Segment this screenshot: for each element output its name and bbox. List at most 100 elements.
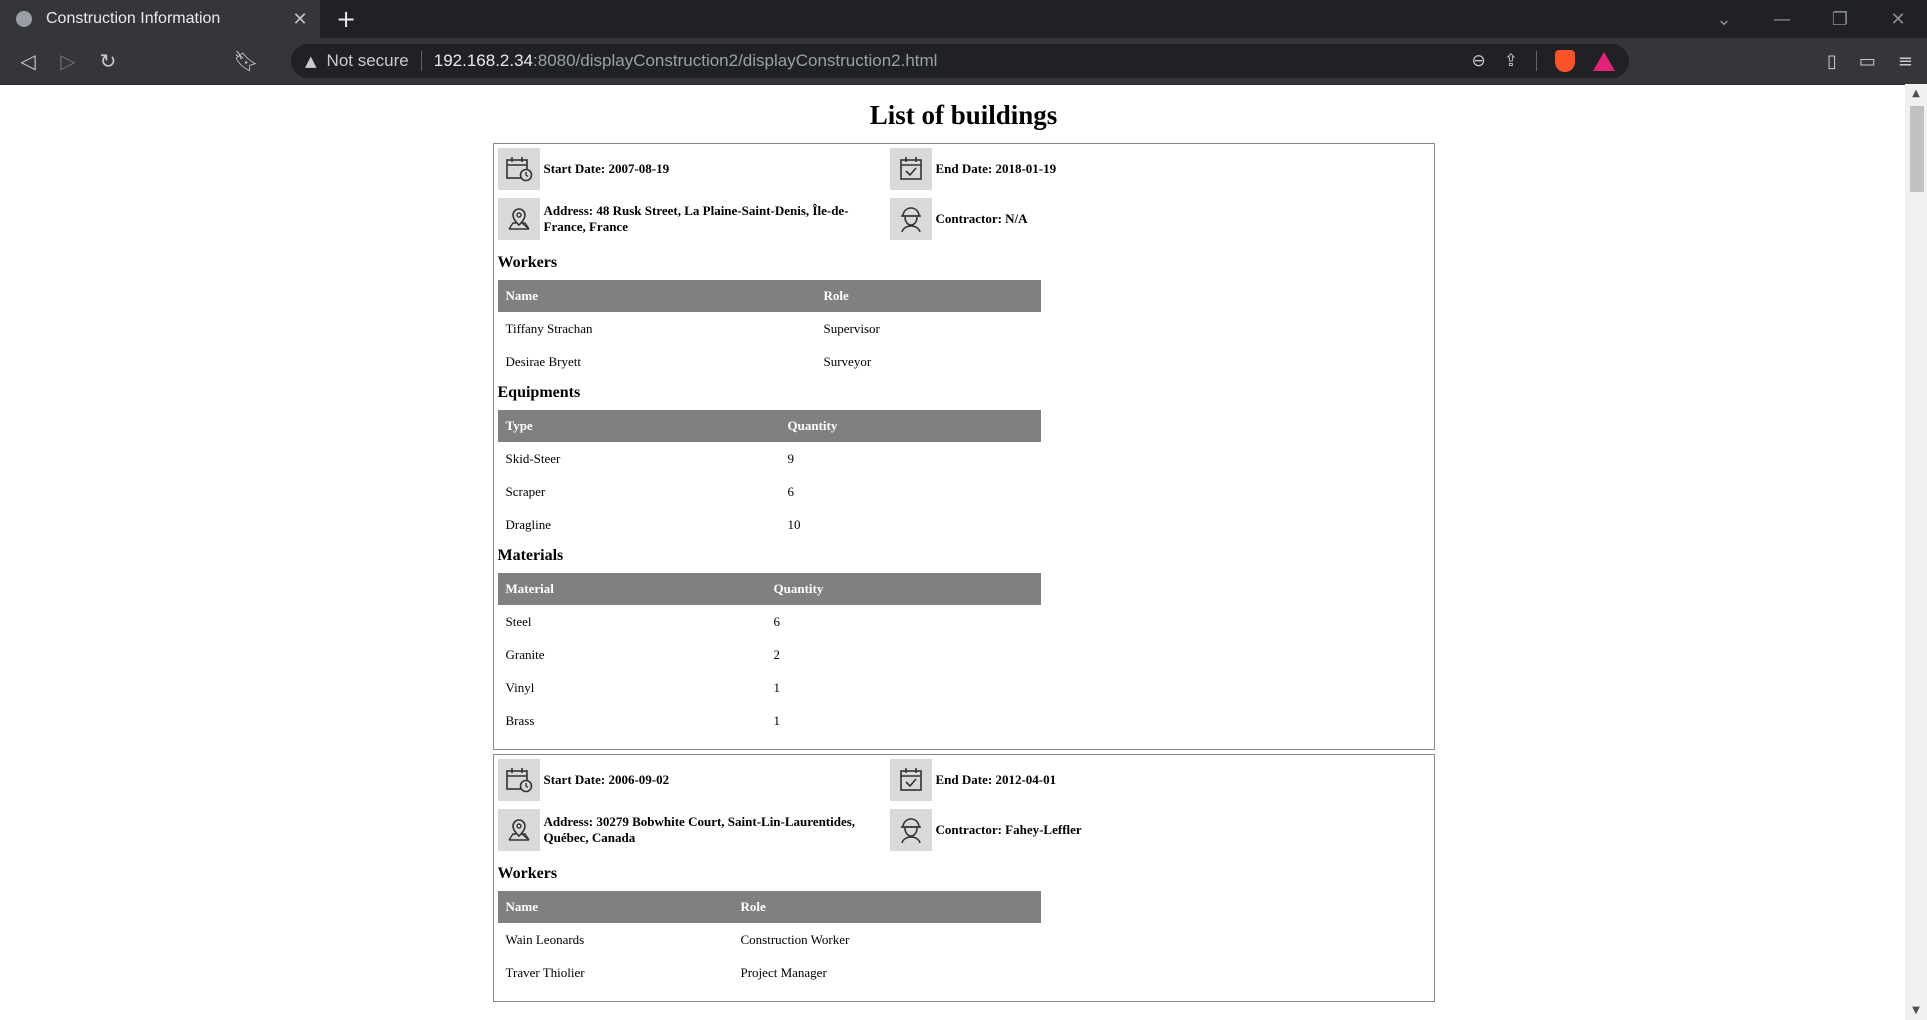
equipment-type: Skid-Steer — [505, 450, 561, 466]
menu-icon[interactable]: ≡ — [1898, 51, 1913, 72]
building-card: Start Date: 2006-09-02 End Date: 2012-04… — [492, 754, 1435, 1002]
forward-icon[interactable]: ▷ — [48, 49, 88, 73]
page-content: List of buildings Start Date: 2007-08-19… — [0, 84, 1927, 1020]
start-date: Start Date: 2006-09-02 — [497, 759, 890, 801]
column-header: Role — [815, 280, 1041, 312]
table-header-row: Name Role — [497, 280, 1041, 312]
start-date: Start Date: 2007-08-19 — [497, 148, 890, 190]
worker-name: Desirae Bryett — [505, 353, 581, 369]
end-date-text: End Date: 2018-01-19 — [935, 161, 1057, 176]
building-card: Start Date: 2007-08-19 End Date: 2018-01… — [492, 143, 1435, 750]
worker-role: Supervisor — [823, 320, 880, 336]
map-pin-icon — [497, 198, 540, 240]
minimize-icon[interactable]: — — [1753, 9, 1811, 30]
calendar-clock-icon — [497, 148, 540, 190]
worker-role: Project Manager — [740, 964, 827, 980]
end-date-text: End Date: 2012-04-01 — [935, 772, 1057, 787]
table-row: Dragline 10 — [498, 508, 1041, 541]
browser-tab[interactable]: Construction Information ✕ — [0, 0, 320, 38]
table-row: Brass 1 — [498, 704, 1041, 737]
equipments-heading: Equipments — [497, 384, 581, 401]
address-bar[interactable]: ▲ Not secure 192.168.2.34:8080/displayCo… — [291, 44, 1629, 78]
worker-name: Tiffany Strachan — [505, 320, 593, 336]
brave-shields-icon[interactable] — [1555, 50, 1575, 72]
column-header: Type — [497, 410, 780, 442]
column-header: Quantity — [779, 410, 1041, 442]
column-header: Quantity — [765, 573, 1041, 605]
equipment-quantity: 10 — [787, 516, 801, 532]
material-quantity: 6 — [773, 613, 781, 629]
table-header-row: Name Role — [497, 891, 1041, 923]
material-name: Steel — [505, 613, 532, 629]
globe-icon — [16, 11, 32, 27]
address: Address: 30279 Bobwhite Court, Saint-Lin… — [497, 809, 890, 851]
bookmark-icon[interactable]: 🔖︎ — [226, 49, 266, 73]
table-header-row: Type Quantity — [497, 410, 1041, 442]
tab-search-icon[interactable]: ⌄ — [1695, 9, 1753, 30]
brave-rewards-icon[interactable] — [1593, 51, 1615, 71]
url-path: :8080/displayConstruction2/displayConstr… — [533, 51, 938, 70]
page-title: List of buildings — [869, 100, 1058, 130]
table-row: Steel 6 — [498, 605, 1041, 638]
divider — [420, 51, 422, 71]
material-quantity: 1 — [773, 679, 781, 695]
restore-icon[interactable]: ❐ — [1811, 9, 1869, 30]
worker-helmet-icon — [889, 809, 932, 851]
calendar-clock-icon — [497, 759, 540, 801]
table-row: Traver Thiolier Project Manager — [498, 956, 1041, 989]
contractor: Contractor: N/A — [889, 198, 1282, 240]
workers-heading: Workers — [497, 865, 558, 882]
url-host: 192.168.2.34 — [433, 51, 534, 70]
workers-table: Name Role Tiffany Strachan Supervisor Desi… — [497, 280, 1041, 378]
close-window-icon[interactable]: ✕ — [1869, 9, 1927, 30]
address: Address: 48 Rusk Street, La Plaine-Saint… — [497, 198, 890, 240]
equipments-table: Type Quantity Skid-Steer 9 Scraper 6 Dragli… — [497, 410, 1041, 541]
start-date-text: Start Date: 2006-09-02 — [543, 772, 670, 787]
back-icon[interactable]: ◁ — [8, 49, 48, 73]
window-controls: ⌄ — ❐ ✕ — [1695, 0, 1927, 38]
contractor: Contractor: Fahey-Leffler — [889, 809, 1282, 851]
workers-table: Name Role Wain Leonards Construction Worke… — [497, 891, 1041, 989]
new-tab-icon[interactable]: + — [336, 5, 356, 33]
worker-name: Traver Thiolier — [505, 964, 585, 980]
table-row: Tiffany Strachan Supervisor — [498, 312, 1041, 345]
table-row: Vinyl 1 — [498, 671, 1041, 704]
workers-heading: Workers — [497, 254, 558, 271]
vertical-scrollbar[interactable]: ▲ ▼ — [1905, 84, 1927, 1020]
material-name: Vinyl — [505, 679, 535, 695]
sidebar-icon[interactable]: ▯ — [1827, 51, 1837, 72]
contractor-text: Contractor: N/A — [935, 211, 1028, 226]
building-info: Start Date: 2007-08-19 End Date: 2018-01… — [497, 148, 1430, 248]
column-header: Material — [497, 573, 766, 605]
scroll-up-icon[interactable]: ▲ — [1905, 88, 1927, 99]
scroll-down-icon[interactable]: ▼ — [1905, 1005, 1927, 1016]
share-icon[interactable]: ⇪ — [1504, 51, 1518, 71]
table-row: Wain Leonards Construction Worker — [498, 923, 1041, 956]
table-row: Granite 2 — [498, 638, 1041, 671]
contractor-text: Contractor: Fahey-Leffler — [935, 822, 1082, 837]
equipment-type: Scraper — [505, 483, 546, 499]
material-quantity: 2 — [773, 646, 781, 662]
toolbar-right: ▯ ▭ ≡ — [1827, 38, 1913, 84]
column-header: Role — [732, 891, 1041, 923]
calendar-check-icon — [889, 759, 932, 801]
close-tab-icon[interactable]: ✕ — [290, 9, 310, 30]
end-date: End Date: 2018-01-19 — [889, 148, 1282, 190]
worker-helmet-icon — [889, 198, 932, 240]
wallet-icon[interactable]: ▭ — [1859, 51, 1876, 72]
reload-icon[interactable]: ↻ — [88, 49, 128, 73]
warning-icon[interactable]: ▲ — [305, 52, 317, 70]
table-row: Scraper 6 — [498, 475, 1041, 508]
scrollbar-thumb[interactable] — [1910, 106, 1924, 192]
address-text: Address: 48 Rusk Street, La Plaine-Saint… — [543, 203, 849, 234]
worker-role: Construction Worker — [740, 931, 850, 947]
materials-table: Material Quantity Steel 6 Granite 2 Vinyl 1 … — [497, 573, 1041, 737]
column-header: Name — [497, 280, 816, 312]
column-header: Name — [497, 891, 733, 923]
material-name: Brass — [505, 712, 535, 728]
not-secure-label[interactable]: Not secure — [327, 51, 409, 71]
table-row: Skid-Steer 9 — [498, 442, 1041, 475]
tab-title: Construction Information — [46, 10, 221, 27]
zoom-icon[interactable]: ⊖ — [1472, 51, 1486, 71]
equipment-quantity: 9 — [787, 450, 795, 466]
